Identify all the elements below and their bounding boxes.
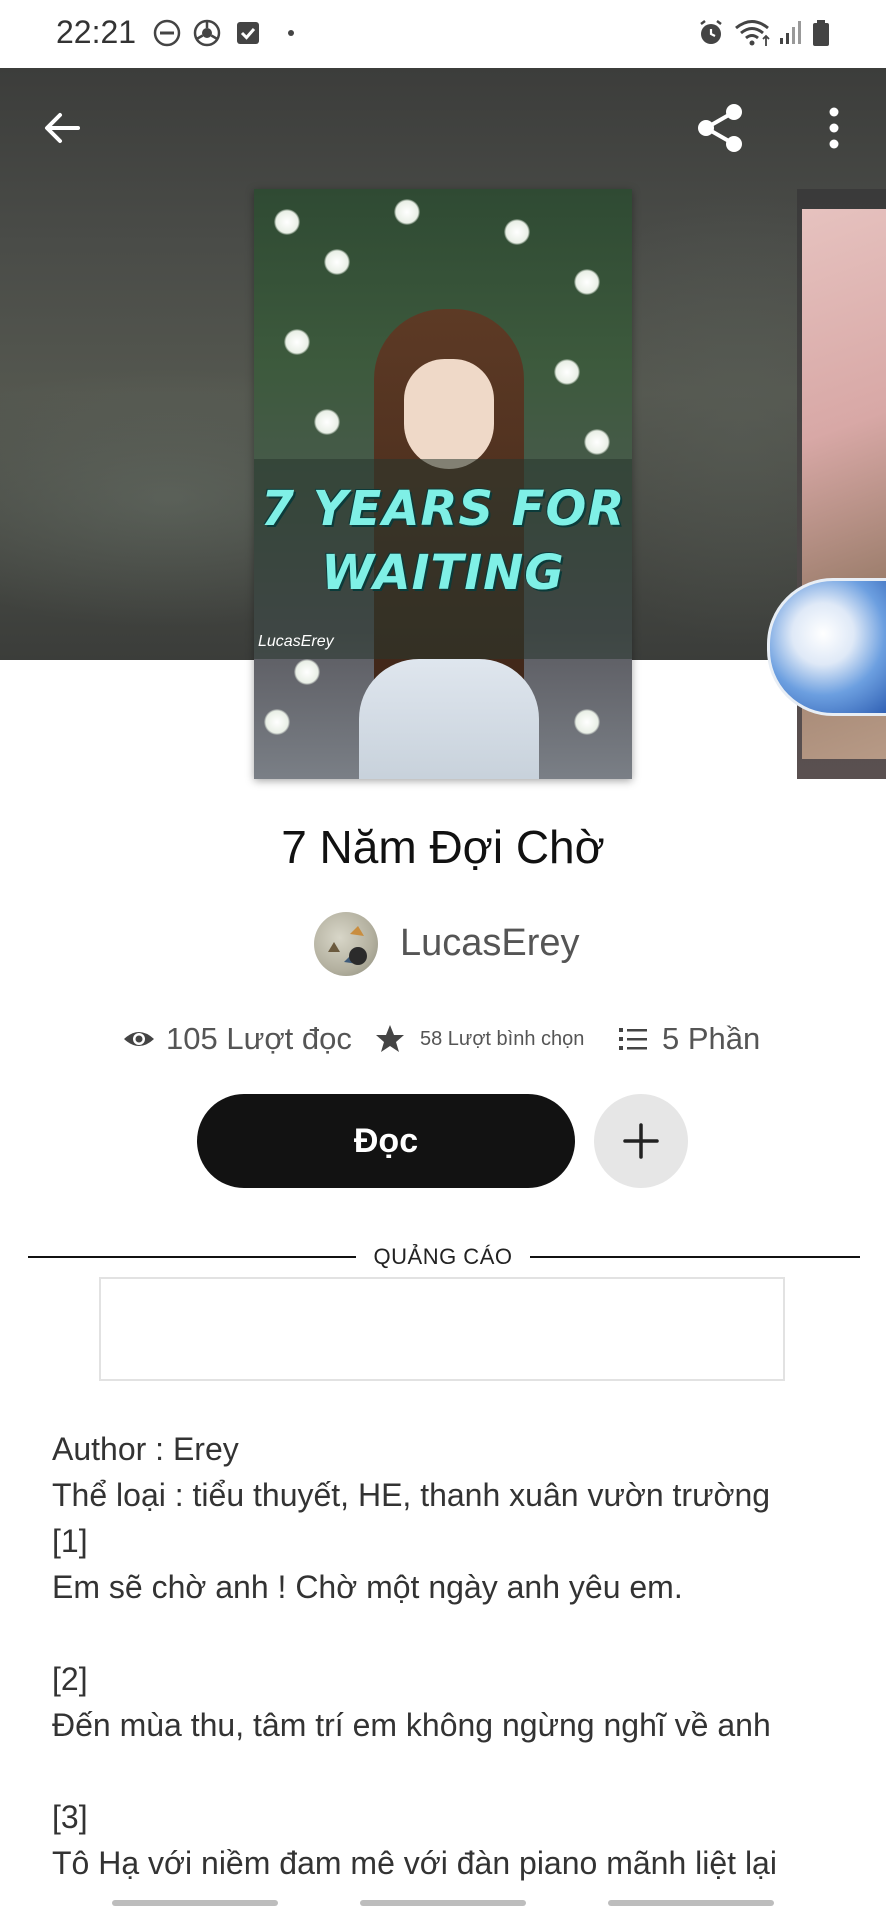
- story-cover[interactable]: 7 YEARS FOR WAITING LucasErey: [254, 189, 632, 779]
- cover-author: LucasErey: [258, 633, 334, 650]
- story-stats: 105 Lượt đọc 58 Lượt bình chọn 5 Phần: [0, 1016, 886, 1062]
- reads-count: 105 Lượt đọc: [166, 1021, 352, 1056]
- ad-banner[interactable]: [99, 1277, 785, 1381]
- votes-count: 58 Lượt bình chọn: [420, 1027, 585, 1050]
- votes-stat: 58 Lượt bình chọn: [374, 1016, 584, 1062]
- parts-stat: 5 Phần: [618, 1016, 760, 1062]
- author-name[interactable]: LucasErey: [400, 922, 580, 965]
- dot-icon: [288, 30, 294, 36]
- status-bar: 22:21: [0, 0, 886, 68]
- add-to-library-button[interactable]: [594, 1094, 688, 1188]
- story-description: Author : Erey Thể loại : tiểu thuyết, HE…: [52, 1431, 777, 1881]
- read-button[interactable]: Đọc: [197, 1094, 575, 1188]
- back-button[interactable]: [40, 106, 84, 150]
- cover-title: 7 YEARS FOR WAITING: [260, 481, 626, 601]
- author-avatar[interactable]: [314, 912, 378, 976]
- share-button[interactable]: [692, 100, 748, 156]
- eye-icon: [124, 1032, 154, 1046]
- checkbox-icon: [237, 22, 259, 44]
- reads-stat: 105 Lượt đọc: [122, 1016, 352, 1062]
- parts-count: 5 Phần: [662, 1021, 761, 1056]
- next-story-avatar[interactable]: [767, 578, 886, 716]
- nav-back[interactable]: [608, 1900, 774, 1906]
- do-not-disturb-icon: [153, 19, 181, 47]
- more-options-button[interactable]: [818, 104, 850, 152]
- plus-icon: [623, 1123, 659, 1159]
- battery-icon: [813, 20, 829, 46]
- cover-figure-face: [404, 359, 494, 469]
- story-title: 7 Năm Đợi Chờ: [281, 821, 605, 873]
- cover-figure-shirt: [359, 659, 539, 779]
- alarm-icon: [700, 20, 722, 44]
- status-time: 22:21: [56, 14, 137, 50]
- wifi-icon: [735, 20, 770, 46]
- ad-divider-left: [28, 1256, 356, 1258]
- nav-home[interactable]: [360, 1900, 526, 1906]
- ad-divider-right: [530, 1256, 860, 1258]
- chrome-icon: [193, 19, 221, 47]
- list-icon: [619, 1028, 647, 1050]
- star-icon: [376, 1025, 404, 1052]
- signal-icon: [780, 21, 801, 44]
- ad-label: QUẢNG CÁO: [373, 1244, 513, 1269]
- nav-recent-apps[interactable]: [112, 1900, 278, 1906]
